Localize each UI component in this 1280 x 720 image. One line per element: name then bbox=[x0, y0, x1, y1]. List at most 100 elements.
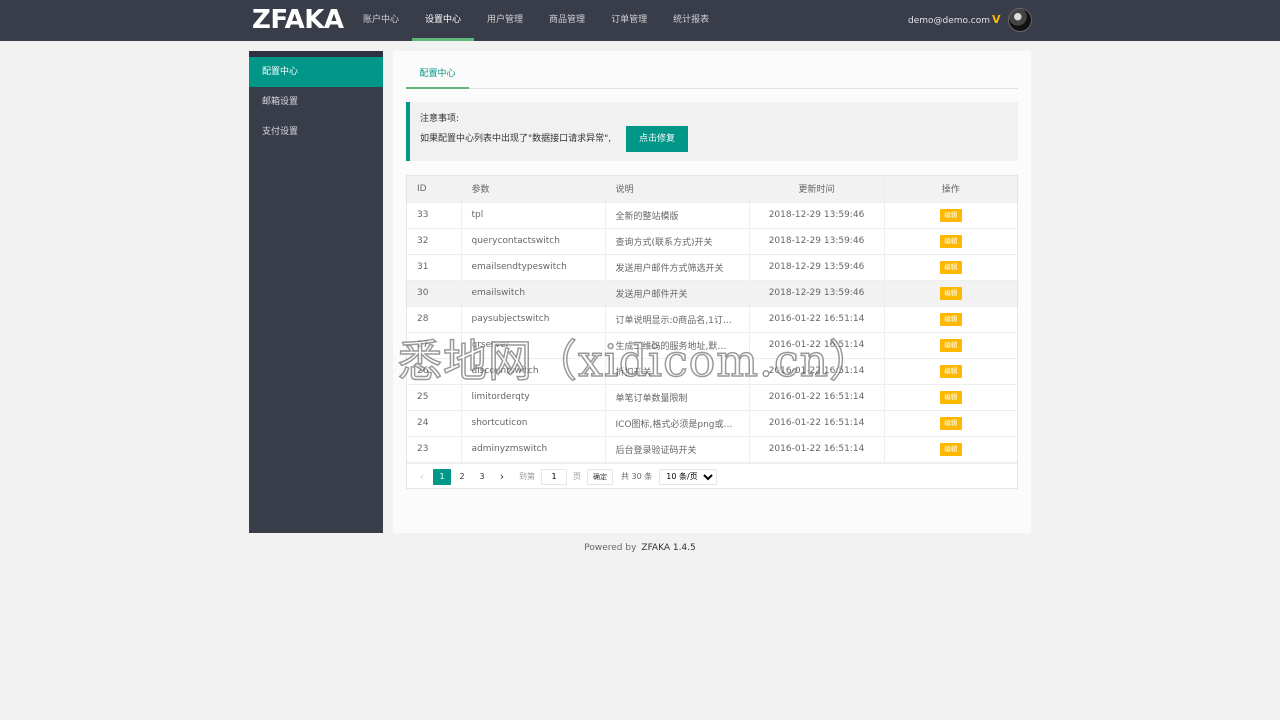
edit-button[interactable]: 编辑 bbox=[939, 312, 962, 326]
notice-text: 如果配置中心列表中出现了"数据接口请求异常", bbox=[420, 134, 612, 144]
sidebar-item-payment[interactable]: 支付设置 bbox=[249, 117, 383, 147]
col-header-param[interactable]: 参数 bbox=[461, 176, 606, 203]
page-3-button[interactable]: 3 bbox=[473, 469, 491, 485]
goto-unit: 页 bbox=[573, 472, 581, 481]
cell-op: 编辑 bbox=[884, 280, 1017, 307]
cell-op: 编辑 bbox=[884, 306, 1017, 333]
cell-time: 2016-01-22 16:51:14 bbox=[749, 358, 885, 385]
edit-button[interactable]: 编辑 bbox=[939, 390, 962, 404]
nav-item-account[interactable]: 账户中心 bbox=[350, 0, 412, 41]
edit-button[interactable]: 编辑 bbox=[939, 260, 962, 274]
chevron-right-icon[interactable]: › bbox=[493, 469, 511, 485]
page-2-button[interactable]: 2 bbox=[453, 469, 471, 485]
cell-param: tpl bbox=[461, 202, 606, 229]
edit-button[interactable]: 编辑 bbox=[939, 364, 962, 378]
top-navbar: ZFAKA 账户中心 设置中心 用户管理 商品管理 订单管理 统计报表 demo… bbox=[0, 0, 1280, 41]
cell-id: 31 bbox=[407, 254, 462, 281]
cell-desc: 生成二维码的服务地址,默… bbox=[605, 332, 750, 359]
avatar[interactable] bbox=[1008, 8, 1032, 32]
tab-config-center[interactable]: 配置中心 bbox=[406, 61, 469, 89]
cell-time: 2018-12-29 13:59:46 bbox=[749, 280, 885, 307]
cell-param: qrserver bbox=[461, 332, 606, 359]
footer-version[interactable]: ZFAKA 1.4.5 bbox=[641, 543, 695, 553]
user-menu[interactable]: demo@demo.com V bbox=[908, 0, 1001, 41]
nav-item-reports[interactable]: 统计报表 bbox=[660, 0, 722, 41]
table-row: 32 querycontactswitch 查询方式(联系方式)开关 2018-12-… bbox=[407, 228, 1017, 255]
config-table: ID 参数 说明 更新时间 操作 33 tpl 全新的整站模版 2018-12-29 … bbox=[406, 175, 1018, 489]
footer-powered: Powered by bbox=[584, 543, 637, 553]
cell-op: 编辑 bbox=[884, 436, 1017, 463]
vip-icon: V bbox=[991, 13, 1001, 26]
col-header-id[interactable]: ID bbox=[407, 176, 462, 203]
goto-page-input[interactable] bbox=[541, 468, 567, 485]
edit-button[interactable]: 编辑 bbox=[939, 416, 962, 430]
cell-time: 2018-12-29 13:59:46 bbox=[749, 202, 885, 229]
cell-time: 2018-12-29 13:59:46 bbox=[749, 228, 885, 255]
edit-button[interactable]: 编辑 bbox=[939, 442, 962, 456]
cell-id: 25 bbox=[407, 384, 462, 411]
edit-button[interactable]: 编辑 bbox=[939, 208, 962, 222]
cell-time: 2016-01-22 16:51:14 bbox=[749, 436, 885, 463]
col-header-desc[interactable]: 说明 bbox=[605, 176, 750, 203]
cell-time: 2018-12-29 13:59:46 bbox=[749, 254, 885, 281]
cell-desc: 发送用户邮件开关 bbox=[605, 280, 750, 307]
table-row: 33 tpl 全新的整站模版 2018-12-29 13:59:46 编辑 bbox=[407, 202, 1017, 229]
tab-bar: 配置中心 bbox=[406, 61, 1018, 89]
cell-desc: 单笔订单数量限制 bbox=[605, 384, 750, 411]
table-row: 23 adminyzmswitch 后台登录验证码开关 2016-01-22 16:5… bbox=[407, 436, 1017, 463]
sidebar-item-email[interactable]: 邮箱设置 bbox=[249, 87, 383, 117]
main-panel: 配置中心 注意事项: 如果配置中心列表中出现了"数据接口请求异常", 点击修复 … bbox=[393, 51, 1031, 533]
edit-button[interactable]: 编辑 bbox=[939, 338, 962, 352]
goto-confirm-button[interactable]: 确定 bbox=[587, 468, 613, 485]
main-nav: 账户中心 设置中心 用户管理 商品管理 订单管理 统计报表 bbox=[350, 0, 722, 41]
page-size-select[interactable]: 10 条/页 bbox=[659, 468, 718, 485]
cell-time: 2016-01-22 16:51:14 bbox=[749, 384, 885, 411]
pagination: ‹ 1 2 3 › 到第 页 确定 共 30 条 10 条/页 bbox=[407, 463, 1017, 489]
cell-op: 编辑 bbox=[884, 358, 1017, 385]
cell-time: 2016-01-22 16:51:14 bbox=[749, 410, 885, 437]
cell-op: 编辑 bbox=[884, 228, 1017, 255]
cell-time: 2016-01-22 16:51:14 bbox=[749, 306, 885, 333]
cell-id: 32 bbox=[407, 228, 462, 255]
cell-param: adminyzmswitch bbox=[461, 436, 606, 463]
nav-item-users[interactable]: 用户管理 bbox=[474, 0, 536, 41]
cell-op: 编辑 bbox=[884, 410, 1017, 437]
table-header-row: ID 参数 说明 更新时间 操作 bbox=[407, 176, 1017, 203]
user-email: demo@demo.com bbox=[908, 16, 990, 26]
cell-desc: ICO图标,格式必须是png或… bbox=[605, 410, 750, 437]
cell-desc: 全新的整站模版 bbox=[605, 202, 750, 229]
col-header-op: 操作 bbox=[884, 176, 1017, 203]
cell-op: 编辑 bbox=[884, 202, 1017, 229]
app-logo[interactable]: ZFAKA bbox=[252, 5, 344, 35]
footer: Powered by ZFAKA 1.4.5 bbox=[0, 543, 1280, 553]
cell-time: 2016-01-22 16:51:14 bbox=[749, 332, 885, 359]
cell-op: 编辑 bbox=[884, 254, 1017, 281]
notice-box: 注意事项: 如果配置中心列表中出现了"数据接口请求异常", 点击修复 bbox=[406, 102, 1018, 161]
sidebar-item-config[interactable]: 配置中心 bbox=[249, 57, 383, 87]
cell-id: 26 bbox=[407, 358, 462, 385]
cell-param: querycontactswitch bbox=[461, 228, 606, 255]
edit-button[interactable]: 编辑 bbox=[939, 234, 962, 248]
cell-op: 编辑 bbox=[884, 332, 1017, 359]
fix-button[interactable]: 点击修复 bbox=[626, 126, 688, 152]
edit-button[interactable]: 编辑 bbox=[939, 286, 962, 300]
table-row: 24 shortcuticon ICO图标,格式必须是png或… 2016-01-22… bbox=[407, 410, 1017, 437]
cell-op: 编辑 bbox=[884, 384, 1017, 411]
nav-item-settings[interactable]: 设置中心 bbox=[412, 0, 475, 41]
cell-id: 30 bbox=[407, 280, 462, 307]
cell-desc: 订单说明显示:0商品名,1订… bbox=[605, 306, 750, 333]
col-header-time[interactable]: 更新时间 bbox=[749, 176, 885, 203]
page-1-button[interactable]: 1 bbox=[433, 468, 451, 485]
nav-item-orders[interactable]: 订单管理 bbox=[598, 0, 660, 41]
table-row: 25 limitorderqty 单笔订单数量限制 2016-01-22 16:51:… bbox=[407, 384, 1017, 411]
goto-label: 到第 bbox=[519, 472, 535, 481]
notice-title: 注意事项: bbox=[420, 114, 460, 124]
cell-id: 23 bbox=[407, 436, 462, 463]
nav-item-products[interactable]: 商品管理 bbox=[536, 0, 598, 41]
table-row: 27 qrserver 生成二维码的服务地址,默… 2016-01-22 16:51:… bbox=[407, 332, 1017, 359]
cell-param: emailsendtypeswitch bbox=[461, 254, 606, 281]
chevron-left-icon[interactable]: ‹ bbox=[413, 469, 431, 485]
cell-param: limitorderqty bbox=[461, 384, 606, 411]
cell-param: shortcuticon bbox=[461, 410, 606, 437]
cell-id: 33 bbox=[407, 202, 462, 229]
